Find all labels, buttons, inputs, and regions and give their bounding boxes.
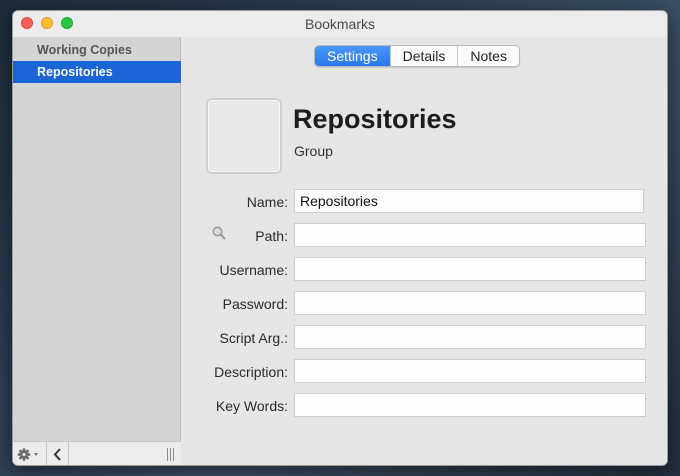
main-content: Settings Details Notes Repositories Grou…	[181, 37, 667, 465]
sidebar-item-working-copies[interactable]: Working Copies	[13, 39, 181, 61]
gear-menu-button[interactable]	[13, 442, 47, 465]
sidebar: Working Copies Repositories	[13, 37, 181, 465]
tab-settings[interactable]: Settings	[315, 46, 391, 66]
sidebar-toolbar	[13, 441, 181, 465]
collapse-sidebar-button[interactable]	[47, 442, 69, 465]
name-label: Name:	[246, 194, 288, 210]
group-placeholder-icon[interactable]	[206, 98, 282, 174]
tab-details[interactable]: Details	[391, 46, 459, 66]
key-words-field[interactable]	[294, 393, 646, 417]
username-label: Username:	[219, 262, 288, 278]
tab-bar: Settings Details Notes	[314, 45, 520, 67]
chevron-left-icon	[53, 448, 61, 461]
username-field[interactable]	[294, 257, 646, 281]
path-field[interactable]	[294, 223, 646, 247]
script-arg-label: Script Arg.:	[219, 330, 288, 346]
title-bar[interactable]: Bookmarks	[13, 11, 667, 37]
description-field[interactable]	[294, 359, 646, 383]
sidebar-item-repositories[interactable]: Repositories	[13, 61, 181, 83]
key-words-label: Key Words:	[215, 398, 288, 414]
gear-icon	[17, 448, 38, 461]
name-field[interactable]: Repositories	[294, 189, 644, 213]
bookmarks-window: Bookmarks Working Copies Repositories Se…	[12, 10, 668, 466]
password-field[interactable]	[294, 291, 646, 315]
path-label: Path:	[255, 228, 288, 244]
resize-handle-icon[interactable]	[167, 448, 175, 461]
script-arg-field[interactable]	[294, 325, 646, 349]
password-label: Password:	[222, 296, 288, 312]
page-title: Repositories	[293, 104, 457, 134]
description-label: Description:	[214, 364, 288, 380]
window-title: Bookmarks	[304, 16, 376, 32]
tab-notes[interactable]: Notes	[458, 46, 519, 66]
page-subtitle: Group	[294, 143, 333, 159]
